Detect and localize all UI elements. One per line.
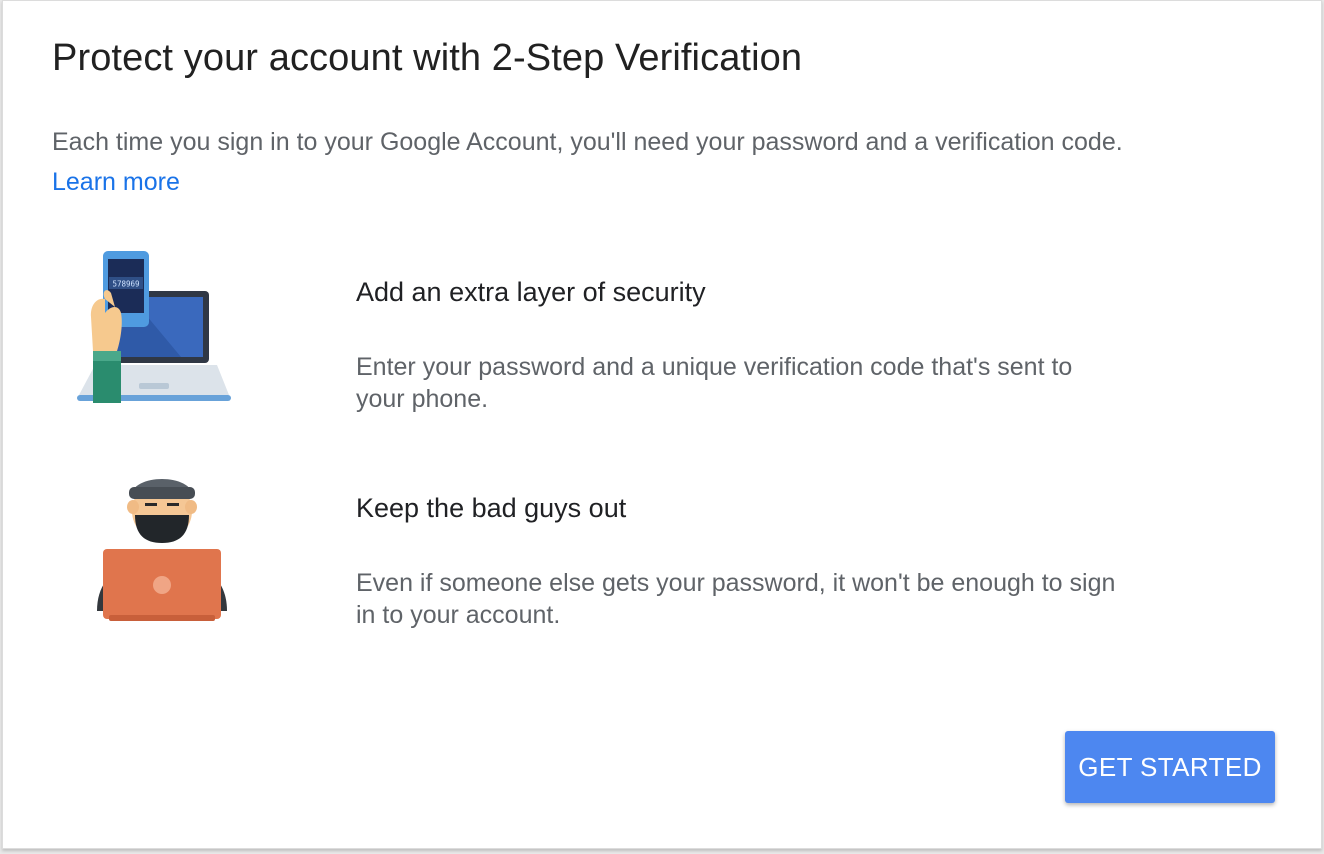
feature-title-security: Add an extra layer of security [356,277,706,307]
feature-title-bad-guys: Keep the bad guys out [356,493,627,523]
verification-card: Protect your account with 2-Step Verific… [2,0,1322,849]
feature-desc-security: Enter your password and a unique verific… [356,353,1073,413]
learn-more-link[interactable]: Learn more [52,168,180,196]
phone-laptop-illustration: 578969 [77,251,231,403]
page-title: Protect your account with 2-Step Verific… [52,37,803,79]
intro-text: Each time you sign in to your Google Acc… [52,128,1123,156]
intro-paragraph: Each time you sign in to your Google Acc… [52,122,1282,202]
get-started-button[interactable]: GET STARTED [1065,731,1275,803]
phone-code: 578969 [112,280,139,289]
feature-desc-bad-guys: Even if someone else gets your password,… [356,569,1116,629]
hacker-illustration [97,479,227,621]
